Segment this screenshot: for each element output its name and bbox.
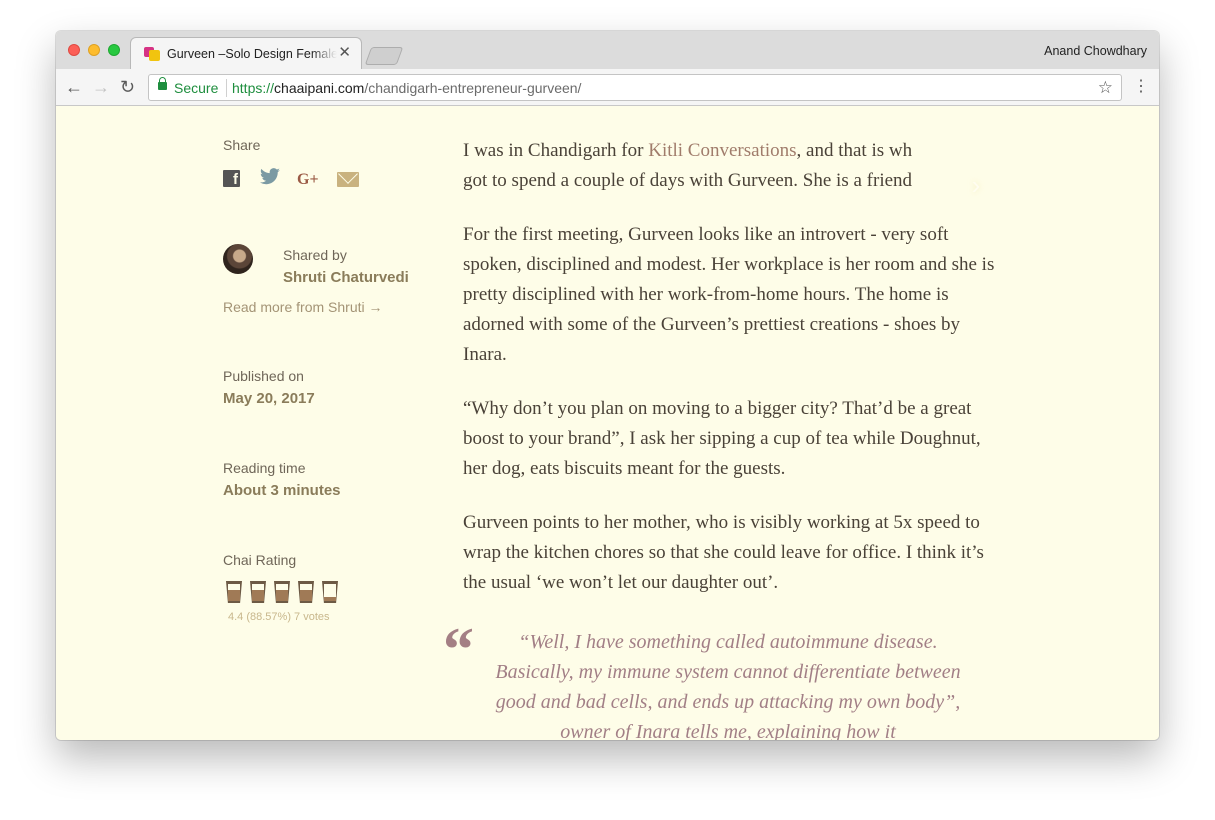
- twitter-icon[interactable]: [259, 168, 281, 188]
- browser-window: Gurveen –Solo Design Female Entrepreneur…: [56, 31, 1159, 740]
- facebook-icon[interactable]: f: [223, 170, 240, 188]
- window-maximize-button[interactable]: [108, 44, 120, 56]
- window-close-button[interactable]: [68, 44, 80, 56]
- chai-rating-label: Chai Rating: [223, 552, 297, 568]
- article-paragraph: For the first meeting, Gurveen looks lik…: [463, 224, 995, 365]
- tab-close-icon[interactable]: ✕: [338, 45, 351, 61]
- lock-icon: [158, 77, 167, 90]
- google-plus-icon[interactable]: G+: [297, 171, 319, 191]
- tab-title: Gurveen –Solo Design Female Entrepreneur: [167, 47, 337, 61]
- url-text[interactable]: https://chaaipani.com/chandigarh-entrepr…: [232, 80, 581, 96]
- kitli-conversations-link[interactable]: Kitli Conversations: [648, 140, 796, 161]
- published-label: Published on: [223, 368, 304, 384]
- published-date: May 20, 2017: [223, 390, 315, 407]
- article-paragraph: “Why don’t you plan on moving to a bigge…: [463, 398, 981, 479]
- reading-time-value: About 3 minutes: [223, 482, 341, 499]
- mail-icon[interactable]: [337, 172, 359, 187]
- forward-arrow-icon[interactable]: →: [92, 77, 110, 97]
- author-name[interactable]: Shruti Chaturvedi: [283, 269, 409, 286]
- quote-mark-icon: “: [443, 616, 474, 684]
- cup-fill: [228, 590, 240, 601]
- rating-cup-3[interactable]: [274, 581, 290, 603]
- next-chevron-icon[interactable]: ›: [956, 166, 996, 206]
- cup-fill: [276, 590, 288, 601]
- cup-fill: [252, 590, 264, 601]
- site-favicon-icon: [144, 47, 160, 61]
- browser-menu-icon[interactable]: ⋮: [1133, 77, 1149, 97]
- author-avatar[interactable]: [223, 244, 253, 274]
- rating-cup-5[interactable]: [322, 581, 338, 603]
- url-separator: [226, 79, 227, 97]
- tab-strip: Gurveen –Solo Design Female Entrepreneur…: [56, 31, 1159, 69]
- browser-tab-active[interactable]: Gurveen –Solo Design Female Entrepreneur…: [130, 37, 362, 69]
- profile-name[interactable]: Anand Chowdhary: [1044, 44, 1147, 58]
- cup-fill: [324, 596, 336, 601]
- reading-time-label: Reading time: [223, 460, 306, 476]
- browser-toolbar: ← → ↻ Secure https://chaaipani.com/chand…: [56, 69, 1159, 106]
- back-arrow-icon[interactable]: ←: [65, 77, 83, 97]
- rating-cup-4[interactable]: [298, 581, 314, 603]
- chai-rating-text: 4.4 (88.57%) 7 votes: [228, 611, 330, 623]
- secure-label: Secure: [174, 80, 219, 96]
- cup-fill: [300, 590, 312, 601]
- window-minimize-button[interactable]: [88, 44, 100, 56]
- reload-icon[interactable]: ↻: [120, 77, 135, 97]
- article-paragraph: Gurveen points to her mother, who is vis…: [463, 512, 984, 593]
- page-content: Share f G+ Shared by Shruti Chaturvedi R…: [56, 106, 1159, 740]
- address-bar[interactable]: Secure https://chaaipani.com/chandigarh-…: [148, 74, 1122, 101]
- shared-by-label: Shared by: [283, 247, 347, 263]
- new-tab-button[interactable]: [364, 47, 404, 65]
- rating-cup-2[interactable]: [250, 581, 266, 603]
- article-paragraph: I was in Chandigarh for Kitli Conversati…: [463, 140, 913, 191]
- bookmark-star-icon[interactable]: ☆: [1098, 78, 1113, 98]
- read-more-link[interactable]: Read more from Shruti →: [223, 299, 383, 315]
- share-label: Share: [223, 137, 261, 153]
- pull-quote: “Well, I have something called autoimmun…: [495, 631, 961, 740]
- rating-cup-1[interactable]: [226, 581, 242, 603]
